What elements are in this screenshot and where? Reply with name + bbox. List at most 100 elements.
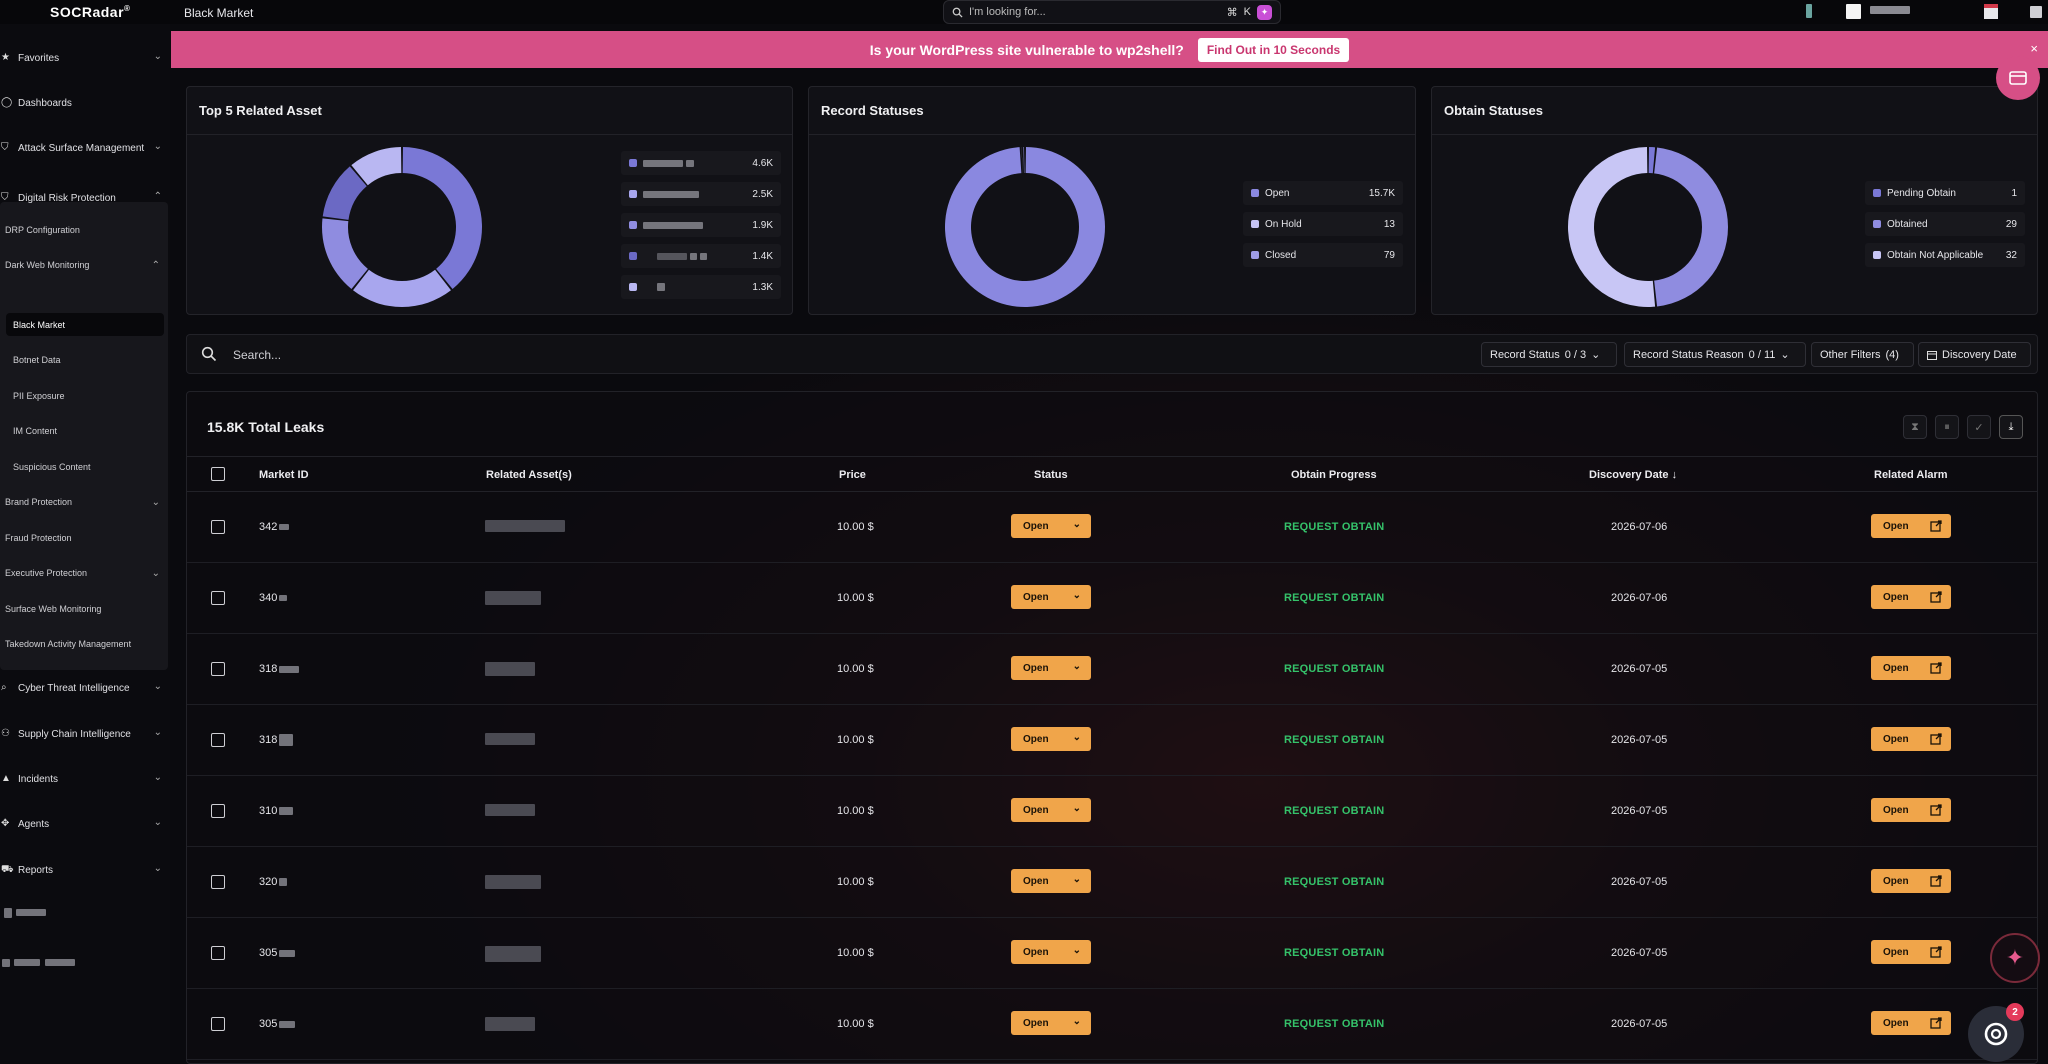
donut-slice[interactable] xyxy=(353,269,451,307)
sidebar-item-takedown[interactable]: Takedown Activity Management xyxy=(0,633,170,655)
hourglass-icon[interactable]: ⧗ xyxy=(1903,415,1927,439)
donut-chart-record-statuses[interactable] xyxy=(940,142,1110,312)
select-all-checkbox[interactable] xyxy=(211,467,225,481)
col-status[interactable]: Status xyxy=(1034,469,1068,481)
legend-item-closed[interactable]: Closed 79 xyxy=(1243,243,1403,267)
banner-cta-button[interactable]: Find Out in 10 Seconds xyxy=(1197,37,1350,62)
related-asset-cell[interactable] xyxy=(485,946,541,962)
status-dropdown[interactable]: Open ⌄ xyxy=(1011,798,1091,822)
logo[interactable]: SOCRadar® xyxy=(50,4,130,20)
global-search-input[interactable]: I'm looking for... ⌘ K ✦ xyxy=(943,0,1281,24)
table-row[interactable]: 320 10.00 $ Open ⌄ REQUEST OBTAIN 2026-07-05 O… xyxy=(187,847,2037,918)
sidebar-item-pii[interactable]: PII Exposure xyxy=(0,385,170,407)
row-checkbox[interactable] xyxy=(211,591,225,605)
market-id-cell[interactable]: 305 xyxy=(259,1018,296,1030)
market-id-cell[interactable]: 342 xyxy=(259,521,290,533)
table-row[interactable]: 318 10.00 $ Open ⌄ REQUEST OBTAIN 2026-07-05 O… xyxy=(187,634,2037,705)
donut-slice[interactable] xyxy=(1568,147,1656,307)
legend-item-pending[interactable]: Pending Obtain 1 xyxy=(1865,181,2025,205)
table-row[interactable]: 340 10.00 $ Open ⌄ REQUEST OBTAIN 2026-07-06 O… xyxy=(187,563,2037,634)
card-view-icon[interactable] xyxy=(1996,56,2040,100)
table-row[interactable]: 318 10.00 $ Open ⌄ REQUEST OBTAIN 2026-07-05 O… xyxy=(187,705,2037,776)
sidebar-item-drp-config[interactable]: DRP Configuration xyxy=(0,219,170,241)
discovery-date-filter[interactable]: Discovery Date xyxy=(1918,342,2031,367)
col-market-id[interactable]: Market ID xyxy=(259,469,309,481)
status-dropdown[interactable]: Open ⌄ xyxy=(1011,727,1091,751)
sidebar-item-drp[interactable]: ⛉ Digital Risk Protection ⌃ xyxy=(0,187,170,209)
row-checkbox[interactable] xyxy=(211,804,225,818)
ai-assistant-sparkle-icon[interactable]: ✦ xyxy=(1990,933,2040,983)
row-checkbox[interactable] xyxy=(211,1017,225,1031)
related-alarm-button[interactable]: Open xyxy=(1871,940,1951,964)
related-alarm-button[interactable]: Open xyxy=(1871,656,1951,680)
sidebar-item-fraud[interactable]: Fraud Protection xyxy=(0,527,170,549)
related-alarm-button[interactable]: Open xyxy=(1871,585,1951,609)
sidebar-item-brand[interactable]: Brand Protection ⌄ xyxy=(0,491,170,513)
topbar-status-indicator[interactable] xyxy=(1806,4,1812,18)
related-asset-cell[interactable] xyxy=(485,520,565,533)
market-id-cell[interactable]: 340 xyxy=(259,592,288,604)
related-asset-cell[interactable] xyxy=(485,1017,535,1031)
market-id-cell[interactable]: 305 xyxy=(259,947,296,959)
sidebar-item-surface-web[interactable]: Surface Web Monitoring xyxy=(0,598,170,620)
request-obtain-link[interactable]: REQUEST OBTAIN xyxy=(1284,521,1384,533)
col-related-assets[interactable]: Related Asset(s) xyxy=(486,469,572,481)
legend-item-obtained[interactable]: Obtained 29 xyxy=(1865,212,2025,236)
col-obtain-progress[interactable]: Obtain Progress xyxy=(1291,469,1377,481)
sidebar-item-asm[interactable]: ⛉ Attack Surface Management ⌄ xyxy=(0,137,170,159)
row-checkbox[interactable] xyxy=(211,662,225,676)
sidebar-item-favorites[interactable]: ★ Favorites ⌄ xyxy=(0,47,170,69)
market-id-cell[interactable]: 320 xyxy=(259,876,288,888)
request-obtain-link[interactable]: REQUEST OBTAIN xyxy=(1284,1018,1384,1030)
legend-item[interactable]: 4.6K xyxy=(621,151,781,175)
sidebar-item-cti[interactable]: ⌕ Cyber Threat Intelligence ⌄ xyxy=(0,677,170,699)
status-dropdown[interactable]: Open ⌄ xyxy=(1011,585,1091,609)
status-dropdown[interactable]: Open ⌄ xyxy=(1011,940,1091,964)
request-obtain-link[interactable]: REQUEST OBTAIN xyxy=(1284,592,1384,604)
donut-slice[interactable] xyxy=(1023,147,1025,174)
row-checkbox[interactable] xyxy=(211,946,225,960)
status-dropdown[interactable]: Open ⌄ xyxy=(1011,1011,1091,1035)
table-row[interactable]: 310 10.00 $ Open ⌄ REQUEST OBTAIN 2026-07-05 O… xyxy=(187,776,2037,847)
legend-item[interactable]: 1.3K xyxy=(621,275,781,299)
related-alarm-button[interactable]: Open xyxy=(1871,798,1951,822)
related-asset-cell[interactable] xyxy=(485,875,541,889)
sidebar-item-supply-chain[interactable]: ⚇ Supply Chain Intelligence ⌄ xyxy=(0,723,170,745)
sidebar-item-reports[interactable]: ⛟ Reports ⌄ xyxy=(0,859,170,881)
pause-icon[interactable]: ⏸ xyxy=(1935,415,1959,439)
donut-slice[interactable] xyxy=(402,147,482,290)
table-row[interactable]: 305 10.00 $ Open ⌄ REQUEST OBTAIN 2026-07-05 O… xyxy=(187,918,2037,989)
legend-item-open[interactable]: Open 15.7K xyxy=(1243,181,1403,205)
row-checkbox[interactable] xyxy=(211,733,225,747)
row-checkbox[interactable] xyxy=(211,875,225,889)
sidebar-item-incidents[interactable]: ▲ Incidents ⌄ xyxy=(0,768,170,790)
topbar-blurred-user[interactable] xyxy=(1870,6,1910,14)
request-obtain-link[interactable]: REQUEST OBTAIN xyxy=(1284,876,1384,888)
topbar-avatar[interactable] xyxy=(2030,6,2042,18)
legend-item-on-hold[interactable]: On Hold 13 xyxy=(1243,212,1403,236)
donut-slice[interactable] xyxy=(1648,147,1656,174)
status-dropdown[interactable]: Open ⌄ xyxy=(1011,869,1091,893)
request-obtain-link[interactable]: REQUEST OBTAIN xyxy=(1284,947,1384,959)
legend-item-not-applicable[interactable]: Obtain Not Applicable 32 xyxy=(1865,243,2025,267)
donut-slice[interactable] xyxy=(1021,147,1023,174)
related-asset-cell[interactable] xyxy=(485,733,535,746)
topbar-notification-icon[interactable] xyxy=(1846,4,1861,19)
sidebar-item-botnet[interactable]: Botnet Data xyxy=(0,349,170,371)
record-status-reason-filter[interactable]: Record Status Reason 0 / 11 ⌄ xyxy=(1624,342,1806,367)
sidebar-item-dashboards[interactable]: ◯ Dashboards xyxy=(0,92,170,114)
legend-item[interactable]: 2.5K xyxy=(621,182,781,206)
sidebar-item-black-market[interactable]: Black Market xyxy=(0,314,170,336)
banner-close-icon[interactable]: × xyxy=(2030,41,2038,56)
request-obtain-link[interactable]: REQUEST OBTAIN xyxy=(1284,734,1384,746)
sidebar-item-dark-web[interactable]: Dark Web Monitoring ⌃ xyxy=(0,254,170,276)
market-id-cell[interactable]: 310 xyxy=(259,805,294,817)
status-dropdown[interactable]: Open ⌄ xyxy=(1011,514,1091,538)
other-filters-button[interactable]: Other Filters (4) xyxy=(1811,342,1914,367)
legend-item[interactable]: 1.4K xyxy=(621,244,781,268)
related-alarm-button[interactable]: Open xyxy=(1871,1011,1951,1035)
table-row[interactable]: 305 10.00 $ Open ⌄ REQUEST OBTAIN 2026-07-05 O… xyxy=(187,989,2037,1060)
donut-slice[interactable] xyxy=(945,147,1105,307)
request-obtain-link[interactable]: REQUEST OBTAIN xyxy=(1284,805,1384,817)
sidebar-item-im-content[interactable]: IM Content xyxy=(0,420,170,442)
